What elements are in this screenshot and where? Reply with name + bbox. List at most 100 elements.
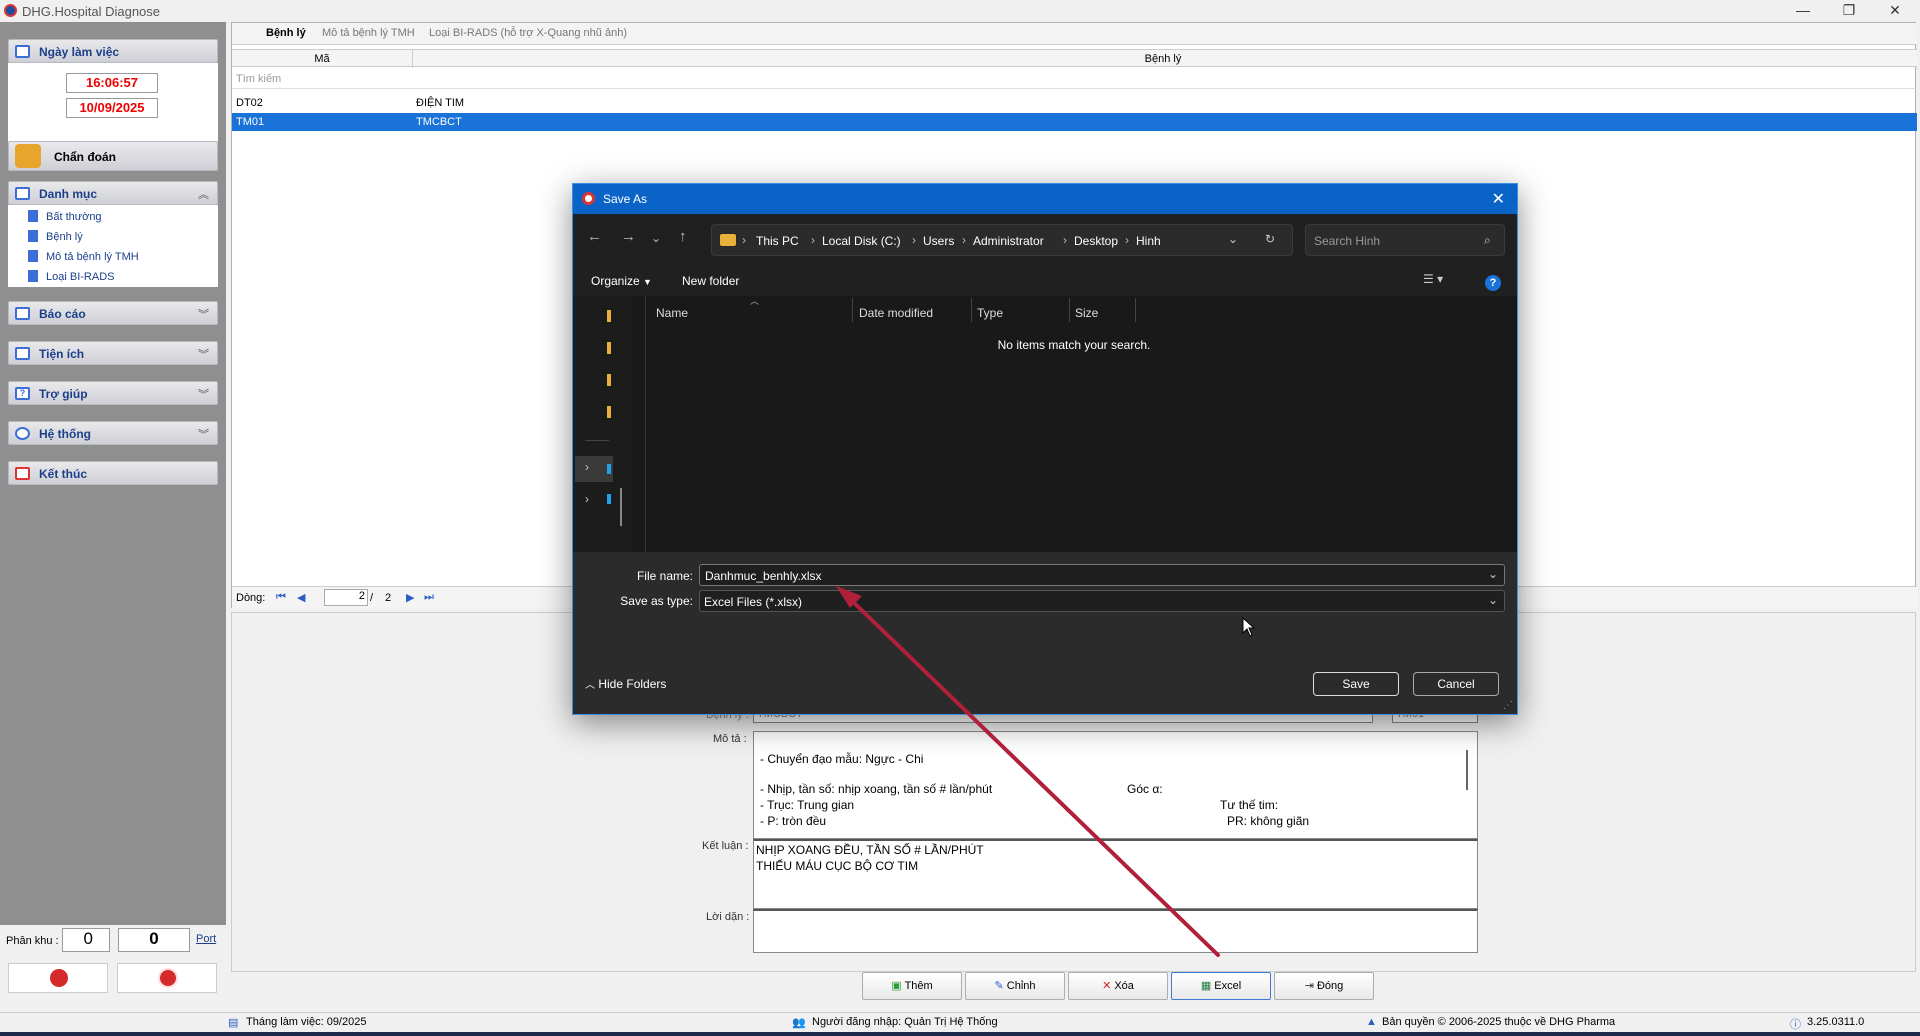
folder-icon[interactable] — [607, 406, 611, 418]
port-link[interactable]: Port — [196, 933, 216, 945]
resize-grip-icon[interactable]: ⋰ — [1503, 700, 1513, 711]
add-button[interactable]: ▣ Thêm — [862, 972, 962, 1000]
back-icon[interactable]: ← — [587, 228, 602, 245]
breadcrumb-desktop[interactable]: Desktop — [1074, 234, 1118, 248]
column-header-name[interactable]: Bệnh lý — [413, 53, 1913, 65]
recent-chevron-icon[interactable]: ⌄ — [651, 231, 661, 245]
minimize-icon[interactable]: — — [1780, 0, 1826, 22]
search-box[interactable]: Search Hinh ⌕ — [1305, 224, 1505, 256]
tab-birads[interactable]: Loại BI-RADS (hỗ trợ X-Quang nhũ ảnh) — [429, 27, 627, 39]
delete-button[interactable]: ✕ Xóa — [1068, 972, 1168, 1000]
view-options-icon[interactable]: ☰ ▾ — [1423, 272, 1443, 286]
table-row-selected[interactable]: TM01 TMCBCT — [232, 113, 1917, 131]
sidebar-help-header[interactable]: ? Trợ giúp ︾ — [8, 381, 218, 405]
close-icon[interactable]: ✕ — [1872, 0, 1918, 22]
breadcrumb-users[interactable]: Users — [923, 234, 954, 248]
next-page-icon[interactable]: ▶ — [406, 591, 414, 604]
microphone-button[interactable] — [8, 963, 108, 993]
prev-page-icon[interactable]: ◀ — [297, 591, 305, 604]
chevron-down-icon[interactable]: ⌄ — [1488, 567, 1498, 581]
organize-menu[interactable]: Organize ▼ — [591, 274, 652, 288]
sidebar-exit-button[interactable]: Kết thúc — [8, 461, 218, 485]
power-icon — [15, 467, 30, 480]
calendar-status-icon: ▤ — [228, 1017, 239, 1029]
zone-stepper-2[interactable]: 0 — [118, 928, 190, 952]
column-date[interactable]: Date modified — [859, 306, 933, 320]
column-type[interactable]: Type — [977, 306, 1003, 320]
chevron-right-icon[interactable]: › — [585, 460, 589, 474]
chevron-down-icon[interactable]: ⌄ — [1488, 593, 1498, 607]
folder-icon[interactable] — [607, 342, 611, 354]
folder-icon[interactable] — [607, 374, 611, 386]
breadcrumb-localdisk[interactable]: Local Disk (C:) — [822, 234, 901, 248]
scrollbar[interactable] — [1466, 750, 1468, 790]
diagnose-label: Chẩn đoán — [54, 150, 116, 164]
sidebar-catalog-header[interactable]: Danh mục ︽ — [8, 181, 218, 205]
nav-item-thispc[interactable]: › — [575, 456, 613, 482]
status-user: Người đăng nhập: Quản Trị Hệ Thống — [812, 1016, 998, 1028]
catalog-panel: Bất thường Bệnh lý Mô tả bệnh lý TMH Loạ… — [8, 205, 218, 287]
close-button[interactable]: ⇥ Đóng — [1274, 972, 1374, 1000]
help-icon[interactable]: ? — [1485, 275, 1501, 291]
sidebar-workday-header[interactable]: Ngày làm việc — [8, 39, 218, 63]
forward-icon[interactable]: → — [621, 228, 636, 245]
search-input[interactable]: Tìm kiếm — [236, 73, 281, 85]
edit-button[interactable]: ✎ Chỉnh — [965, 972, 1065, 1000]
sidebar-report-header[interactable]: Báo cáo ︾ — [8, 301, 218, 325]
zone-stepper[interactable]: 0 — [62, 928, 110, 952]
filename-label: File name: — [636, 569, 693, 583]
refresh-icon[interactable]: ↻ — [1265, 232, 1275, 246]
tab-disease[interactable]: Bệnh lý — [266, 27, 306, 39]
help-icon: ? — [15, 387, 30, 400]
search-input[interactable]: Search Hinh — [1314, 234, 1380, 248]
address-bar[interactable]: › This PC › Local Disk (C:) › Users › Ad… — [711, 224, 1293, 256]
close-icon[interactable]: ✕ — [1492, 189, 1505, 209]
empty-message: No items match your search. — [997, 338, 1151, 352]
sidebar-item-abnormal[interactable]: Bất thường — [28, 210, 102, 223]
tab-tmh[interactable]: Mô tả bệnh lý TMH — [322, 27, 415, 39]
first-page-icon[interactable]: ⏮ — [276, 591, 286, 604]
chevron-down-icon[interactable]: ⌄ — [1228, 232, 1238, 246]
table-row[interactable]: DT02 ĐIỆN TIM — [232, 94, 1917, 112]
new-folder-button[interactable]: New folder — [682, 274, 739, 288]
clock-time: 16:06:57 — [66, 73, 158, 93]
chevron-down-icon[interactable]: ︾ — [198, 426, 209, 442]
folder-icon[interactable] — [607, 310, 611, 322]
chevron-down-icon[interactable]: ︾ — [198, 386, 209, 402]
filetype-select[interactable]: Excel Files (*.xlsx) ⌄ — [699, 590, 1505, 612]
chevron-right-icon[interactable]: › — [585, 492, 589, 506]
filename-input[interactable]: Danhmuc_benhly.xlsx ⌄ — [699, 564, 1505, 586]
scrollbar[interactable] — [620, 488, 622, 526]
record-button[interactable] — [117, 963, 217, 993]
sidebar-item-tmh[interactable]: Mô tả bệnh lý TMH — [28, 250, 139, 263]
excel-button[interactable]: ▦ Excel — [1171, 972, 1271, 1000]
description-field[interactable]: - Chuyển đạo mẫu: Ngực - Chi - Nhịp, tần… — [753, 731, 1478, 839]
conclusion-field[interactable]: NHỊP XOANG ĐỀU, TẦN SỐ # LẦN/PHÚT THIẾU … — [753, 839, 1478, 909]
breadcrumb-administrator[interactable]: Administrator — [973, 234, 1044, 248]
column-name[interactable]: Name — [656, 306, 688, 320]
microphone-icon — [50, 969, 68, 987]
sidebar-system-header[interactable]: Hệ thống ︾ — [8, 421, 218, 445]
sidebar-item-disease[interactable]: Bệnh lý — [28, 230, 83, 243]
up-icon[interactable]: ↑ — [679, 228, 687, 245]
breadcrumb-thispc[interactable]: This PC — [756, 234, 799, 248]
chevron-down-icon[interactable]: ︾ — [198, 306, 209, 322]
chevron-down-icon[interactable]: ︾ — [198, 346, 209, 362]
column-size[interactable]: Size — [1075, 306, 1098, 320]
sidebar-utility-header[interactable]: Tiện ích ︾ — [8, 341, 218, 365]
sidebar-item-diagnose[interactable]: Chẩn đoán — [8, 141, 218, 171]
chevron-up-icon[interactable]: ︽ — [198, 186, 209, 202]
cancel-button[interactable]: Cancel — [1413, 672, 1499, 696]
last-page-icon[interactable]: ⏭ — [424, 591, 434, 604]
hide-folders-button[interactable]: ︿ Hide Folders — [585, 676, 666, 691]
restore-icon[interactable]: ❐ — [1826, 0, 1872, 22]
save-button[interactable]: Save — [1313, 672, 1399, 696]
sidebar: Ngày làm việc 16:06:57 10/09/2025 Chẩn đ… — [0, 22, 226, 1012]
breadcrumb-hinh[interactable]: Hinh — [1136, 234, 1161, 248]
advice-field[interactable] — [753, 909, 1478, 953]
column-header-code[interactable]: Mã — [232, 53, 412, 65]
sidebar-item-birads[interactable]: Loại BI-RADS — [28, 270, 114, 283]
clock-date: 10/09/2025 — [66, 98, 158, 118]
workday-panel: 16:06:57 10/09/2025 — [8, 63, 218, 148]
page-input[interactable]: 2 — [324, 589, 368, 606]
